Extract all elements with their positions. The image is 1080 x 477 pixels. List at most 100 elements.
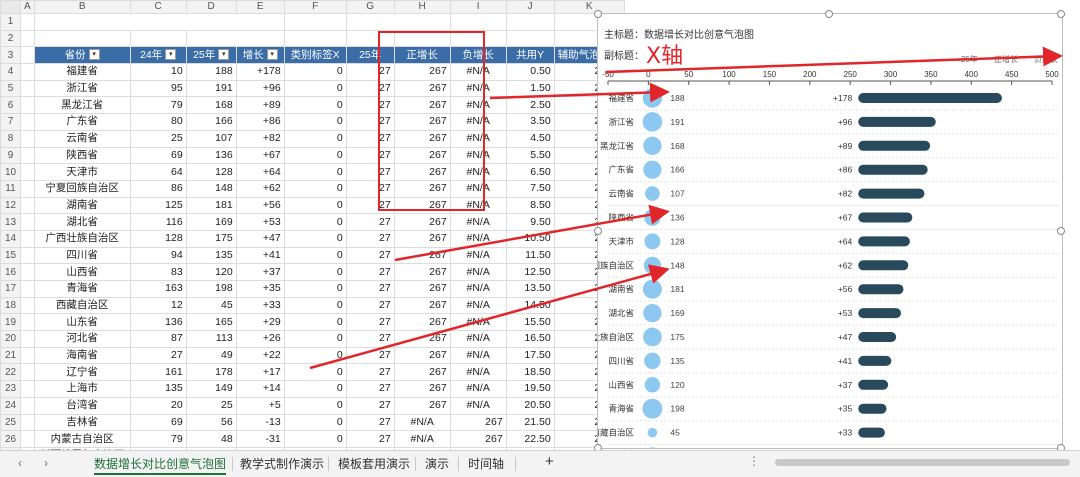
table-header-2[interactable]: 25年 ▾ [185,46,237,65]
data-cell[interactable]: 宁夏回族自治区 [33,179,131,198]
data-cell[interactable]: 267 [393,246,451,265]
data-cell[interactable]: 198 [185,280,237,298]
data-cell[interactable]: 27 [345,196,395,215]
data-cell[interactable]: 94 [129,246,187,265]
data-cell[interactable]: 12.50 [505,263,555,281]
select-all-corner[interactable] [0,0,21,14]
cell[interactable] [20,313,35,332]
row-header[interactable]: 12 [0,196,21,215]
table-header-3[interactable]: 增长 ▾ [235,46,285,65]
data-cell[interactable]: 27 [345,296,395,315]
data-cell[interactable]: +86 [235,113,285,131]
data-cell[interactable]: #N/A [449,179,507,198]
cell[interactable] [20,213,35,231]
data-cell[interactable]: +178 [235,63,285,81]
row-header[interactable]: 23 [0,380,21,398]
cell[interactable] [283,29,347,48]
data-cell[interactable]: 27 [345,346,395,365]
cell[interactable] [505,29,555,48]
data-cell[interactable]: 海南省 [33,346,131,365]
data-cell[interactable]: 83 [129,263,187,281]
data-cell[interactable]: 95 [129,79,187,98]
data-cell[interactable]: 27 [345,380,395,398]
data-cell[interactable]: 27 [345,330,395,348]
data-cell[interactable]: #N/A [449,229,507,248]
data-cell[interactable]: 0 [283,196,347,215]
data-cell[interactable]: 7.50 [505,179,555,198]
data-cell[interactable]: 27 [345,63,395,81]
data-cell[interactable]: 27 [345,229,395,248]
data-cell[interactable]: 16.50 [505,330,555,348]
data-cell[interactable]: +64 [235,163,285,181]
data-cell[interactable]: 267 [393,196,451,215]
data-cell[interactable]: 0 [283,363,347,382]
data-cell[interactable]: #N/A [449,146,507,165]
row-header[interactable]: 26 [0,430,21,448]
data-cell[interactable]: 267 [393,113,451,131]
data-cell[interactable]: -31 [235,430,285,448]
data-cell[interactable]: #N/A [449,96,507,115]
data-cell[interactable]: 0 [283,396,347,415]
data-cell[interactable]: 3.50 [505,113,555,131]
cell[interactable] [33,29,131,48]
data-cell[interactable]: 0 [283,63,347,81]
data-cell[interactable]: 267 [393,129,451,148]
cell[interactable] [20,163,35,181]
sheet-tab[interactable]: 教学式制作演示 [240,455,324,472]
data-cell[interactable]: 161 [129,363,187,382]
cell[interactable] [283,13,347,31]
sort-note-cell[interactable] [185,29,285,48]
data-cell[interactable]: 19.50 [505,380,555,398]
row-header[interactable]: 4 [0,63,21,81]
data-cell[interactable]: +14 [235,380,285,398]
data-cell[interactable]: 48 [185,430,237,448]
column-header[interactable]: B [33,0,131,14]
data-cell[interactable]: 广西壮族自治区 [33,229,131,248]
data-cell[interactable]: 27 [345,313,395,332]
data-cell[interactable]: 0 [283,280,347,298]
data-cell[interactable]: 辽宁省 [33,363,131,382]
data-cell[interactable]: 27 [345,246,395,265]
cell[interactable] [20,430,35,448]
data-cell[interactable]: 湖北省 [33,213,131,231]
data-cell[interactable]: 0 [283,163,347,181]
data-cell[interactable]: 青海省 [33,280,131,298]
row-header[interactable]: 15 [0,246,21,265]
data-cell[interactable]: 0 [283,96,347,115]
cell[interactable] [20,63,35,81]
cell[interactable] [20,380,35,398]
cell-grid[interactable]: A B C D E F G H I J K 1 2 3 省份 ▾ 24年 ▾ 25年 ▾ 增长 ▾ 类别标签X 25年 正增长负… [0,0,625,450]
tab-next-icon[interactable]: › [44,456,48,470]
data-cell[interactable]: 0 [283,246,347,265]
cell[interactable] [20,263,35,281]
resize-handle[interactable] [1057,10,1065,18]
data-cell[interactable]: 27 [345,413,395,432]
cell[interactable] [20,196,35,215]
data-cell[interactable]: 27 [345,79,395,98]
tab-prev-icon[interactable]: ‹ [18,456,22,470]
data-cell[interactable]: 267 [393,213,451,231]
resize-handle[interactable] [594,227,602,235]
cell[interactable] [129,29,187,48]
data-cell[interactable]: 0 [283,229,347,248]
data-cell[interactable]: 27 [345,213,395,231]
table-header-6[interactable]: 正增长 [393,46,451,65]
resize-handle[interactable] [594,10,602,18]
data-cell[interactable]: 福建省 [33,63,131,81]
horizontal-scrollbar[interactable] [775,459,1070,466]
row-header[interactable]: 16 [0,263,21,281]
resize-handle[interactable] [1057,227,1065,235]
data-cell[interactable]: 125 [129,196,187,215]
data-cell[interactable]: 136 [185,146,237,165]
data-cell[interactable]: #N/A [449,396,507,415]
data-cell[interactable]: 0 [283,213,347,231]
sheet-tab[interactable]: 时间轴 [468,455,504,472]
data-cell[interactable]: 69 [129,146,187,165]
table-header-5[interactable]: 25年 [345,46,395,65]
spreadsheet[interactable]: A B C D E F G H I J K 1 2 3 省份 ▾ 24年 ▾ 25年 ▾ 增长 ▾ 类别标签X 25年 正增长负… [0,0,1080,450]
data-cell[interactable]: #N/A [449,346,507,365]
data-cell[interactable]: 浙江省 [33,79,131,98]
data-cell[interactable]: +41 [235,246,285,265]
data-cell[interactable]: 25 [129,129,187,148]
row-header[interactable]: 3 [0,46,21,65]
